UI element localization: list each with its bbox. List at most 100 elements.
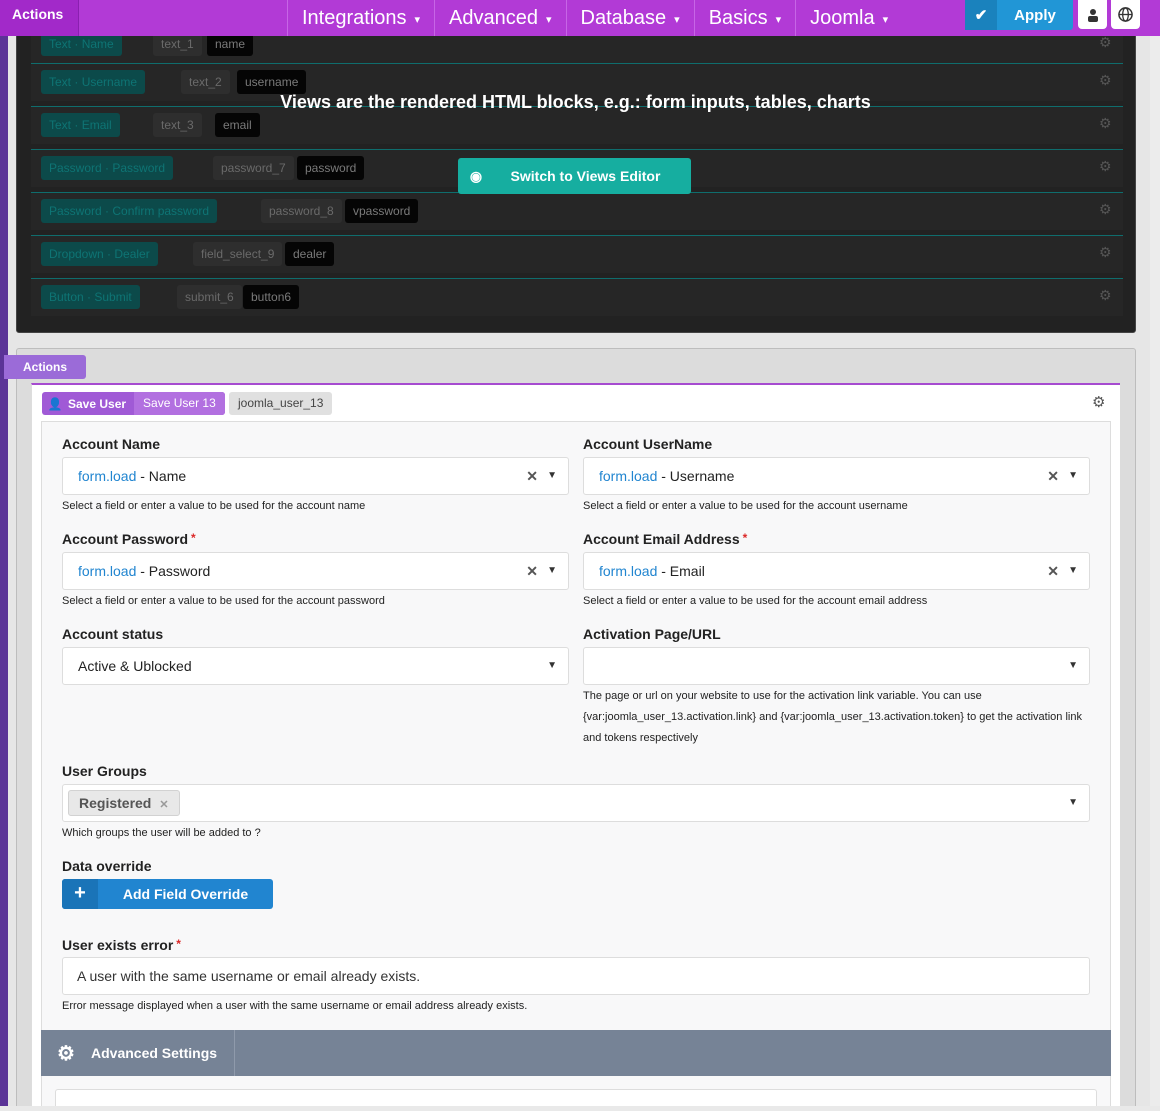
- view-row-dealer[interactable]: Dropdown · Dealer field_select_9 dealer …: [31, 235, 1123, 273]
- account-password-hint: Select a field or enter a value to be us…: [62, 595, 385, 607]
- view-field-chip: password_8: [261, 199, 342, 223]
- gear-icon[interactable]: ⚙: [1092, 393, 1105, 411]
- clear-icon[interactable]: ✕: [1047, 553, 1059, 589]
- dropdown-caret-icon[interactable]: ▼: [547, 553, 557, 589]
- view-name-chip: username: [237, 70, 307, 94]
- user-exists-error-hint: Error message displayed when a user with…: [62, 1000, 528, 1012]
- view-name-chip: email: [215, 113, 260, 137]
- account-name-select[interactable]: form.load - Name ✕ ▼: [62, 457, 569, 495]
- view-type-chip: Password · Confirm password: [41, 199, 218, 223]
- user-secret-icon: [1087, 8, 1098, 22]
- action-type-chip: 👤 Save User Save User 13: [42, 392, 225, 415]
- bottom-strip: [0, 1106, 1160, 1111]
- gear-icon[interactable]: ⚙: [1099, 288, 1113, 302]
- view-name-chip: password: [297, 156, 365, 180]
- clear-icon[interactable]: ✕: [526, 553, 538, 589]
- view-row-confirm-password[interactable]: Password · Confirm password password_8 v…: [31, 192, 1123, 230]
- view-field-chip: password_7: [213, 156, 294, 180]
- view-type-chip: Text · Email: [41, 113, 120, 137]
- language-button[interactable]: [1111, 0, 1140, 29]
- account-username-hint: Select a field or enter a value to be us…: [583, 500, 908, 512]
- view-field-chip: submit_6: [177, 285, 242, 309]
- switch-to-views-editor-button[interactable]: ◉ Switch to Views Editor: [458, 158, 691, 194]
- activation-page-label: Activation Page/URL: [583, 626, 721, 642]
- activation-page-hint-line-2: {var:joomla_user_13.activation.link} and…: [583, 711, 1082, 723]
- gear-icon[interactable]: ⚙: [1099, 202, 1113, 216]
- chevron-down-icon: ▾: [414, 13, 421, 26]
- view-row-submit[interactable]: Button · Submit submit_6 button6 ⚙: [31, 278, 1123, 316]
- account-email-label: Account Email Address *: [583, 531, 748, 547]
- dropdown-caret-icon[interactable]: ▼: [547, 648, 557, 684]
- gear-icon[interactable]: ⚙: [1099, 116, 1113, 130]
- check-icon: ✔: [965, 0, 997, 30]
- account-username-select[interactable]: form.load - Username ✕ ▼: [583, 457, 1090, 495]
- action-name-chip: joomla_user_13: [229, 392, 333, 415]
- dropdown-caret-icon[interactable]: ▼: [1068, 785, 1078, 821]
- view-name-chip: dealer: [285, 242, 335, 266]
- remove-tag-icon[interactable]: ✕: [159, 799, 168, 811]
- user-exists-error-label: User exists error *: [62, 937, 181, 953]
- view-type-chip: Button · Submit: [41, 285, 140, 309]
- user-exists-error-input[interactable]: A user with the same username or email a…: [62, 957, 1090, 995]
- top-toolbar: Actions Integrations ▾ Advanced ▾ Database…: [0, 0, 1160, 36]
- toolbar-actions-label[interactable]: Actions: [0, 0, 79, 36]
- nav-database[interactable]: Database ▾: [565, 0, 694, 36]
- view-field-chip: text_3: [153, 113, 202, 137]
- user-groups-label: User Groups: [62, 763, 147, 779]
- dropdown-caret-icon[interactable]: ▼: [1068, 553, 1078, 589]
- account-password-label: Account Password *: [62, 531, 196, 547]
- view-field-chip: field_select_9: [193, 242, 283, 266]
- apply-button[interactable]: ✔ Apply: [965, 0, 1073, 30]
- advanced-settings-tab[interactable]: ⚙ Advanced Settings: [41, 1030, 235, 1076]
- chevron-down-icon: ▾: [546, 13, 552, 26]
- gear-icon[interactable]: ⚙: [1099, 159, 1113, 173]
- view-field-chip: text_2: [181, 70, 230, 94]
- dropdown-caret-icon[interactable]: ▼: [547, 458, 557, 494]
- nav-integrations[interactable]: Integrations ▾: [287, 0, 434, 36]
- nav-basics[interactable]: Basics ▾: [693, 0, 795, 36]
- scrollbar[interactable]: [1150, 36, 1160, 1111]
- required-marker: *: [742, 531, 748, 545]
- view-type-chip: Dropdown · Dealer: [41, 242, 158, 266]
- toggle-icon: ◉: [469, 167, 483, 184]
- activation-page-select[interactable]: ▼: [583, 647, 1090, 685]
- add-field-override-button[interactable]: + Add Field Override: [62, 879, 273, 909]
- view-name-chip: button6: [243, 285, 300, 309]
- account-email-select[interactable]: form.load - Email ✕ ▼: [583, 552, 1090, 590]
- user-plus-icon: 👤: [47, 396, 63, 411]
- toolbar-nav: Integrations ▾ Advanced ▾ Database ▾ Basics…: [287, 0, 902, 36]
- chevron-down-icon: ▾: [674, 13, 680, 26]
- clear-icon[interactable]: ✕: [526, 458, 538, 494]
- user-group-tag: Registered ✕: [68, 790, 180, 816]
- clear-icon[interactable]: ✕: [1047, 458, 1059, 494]
- account-status-select[interactable]: Active & Ublocked ▼: [62, 647, 569, 685]
- user-groups-hint: Which groups the user will be added to ?: [62, 827, 261, 839]
- nav-advanced[interactable]: Advanced ▾: [434, 0, 566, 36]
- user-secret-button[interactable]: [1078, 0, 1107, 29]
- chevron-down-icon: ▾: [775, 13, 782, 26]
- gear-icon: ⚙: [57, 1042, 75, 1065]
- account-password-select[interactable]: form.load - Password ✕ ▼: [62, 552, 569, 590]
- gear-icon[interactable]: ⚙: [1099, 35, 1113, 49]
- view-name-chip: vpassword: [345, 199, 419, 223]
- account-name-label: Account Name: [62, 436, 161, 452]
- view-type-chip: Password · Password: [41, 156, 174, 180]
- nav-joomla[interactable]: Joomla ▾: [795, 0, 902, 36]
- dropdown-caret-icon[interactable]: ▼: [1068, 458, 1078, 494]
- views-overlay-message: Views are the rendered HTML blocks, e.g.…: [280, 92, 871, 112]
- chevron-down-icon: ▾: [882, 13, 889, 26]
- account-email-hint: Select a field or enter a value to be us…: [583, 595, 928, 607]
- required-marker: *: [176, 937, 181, 951]
- activation-page-hint-line-3: and tokens respectively: [583, 732, 698, 744]
- account-status-label: Account status: [62, 626, 164, 642]
- user-groups-select[interactable]: ▼: [62, 784, 1090, 822]
- activation-page-hint-line-1: The page or url on your website to use f…: [583, 690, 982, 702]
- data-override-label: Data override: [62, 858, 152, 874]
- account-username-label: Account UserName: [583, 436, 713, 452]
- dropdown-caret-icon[interactable]: ▼: [1068, 648, 1078, 684]
- plus-icon: +: [62, 879, 98, 909]
- required-marker: *: [191, 531, 196, 545]
- gear-icon[interactable]: ⚙: [1099, 245, 1113, 259]
- actions-section-tag: Actions: [4, 355, 86, 379]
- gear-icon[interactable]: ⚙: [1099, 73, 1113, 87]
